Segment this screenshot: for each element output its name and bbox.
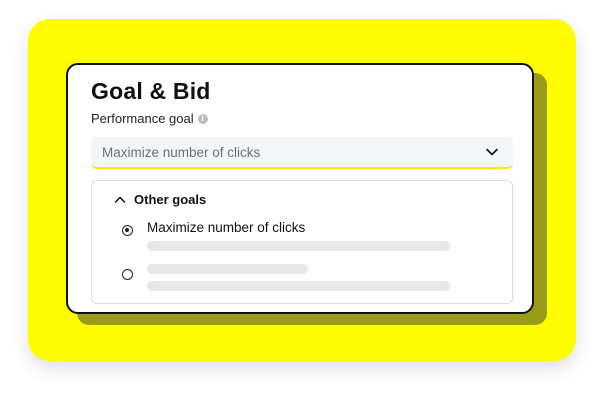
placeholder-line xyxy=(147,241,450,251)
dropdown-selected-value: Maximize number of clicks xyxy=(102,144,261,160)
radio-button-selected[interactable] xyxy=(122,225,133,236)
option-body xyxy=(147,264,450,291)
performance-goal-label-row: Performance goal i xyxy=(91,111,208,126)
placeholder-line xyxy=(147,281,450,291)
goal-option-maximize-clicks[interactable]: Maximize number of clicks xyxy=(122,220,450,251)
goal-option-placeholder[interactable] xyxy=(122,264,450,291)
radio-button-unselected[interactable] xyxy=(122,269,133,280)
placeholder-line xyxy=(147,264,308,274)
chevron-up-icon xyxy=(114,196,126,203)
info-icon[interactable]: i xyxy=(197,113,208,124)
performance-goal-dropdown[interactable]: Maximize number of clicks xyxy=(91,137,513,169)
other-goals-label: Other goals xyxy=(134,192,207,207)
goal-options-panel: Other goals Maximize number of clicks xyxy=(91,180,513,304)
option-label: Maximize number of clicks xyxy=(147,220,306,235)
goal-bid-card: Goal & Bid Performance goal i Maximize n… xyxy=(66,63,534,314)
performance-goal-label: Performance goal xyxy=(91,111,194,126)
chevron-down-icon xyxy=(486,148,498,156)
other-goals-toggle[interactable]: Other goals xyxy=(114,192,206,207)
option-body: Maximize number of clicks xyxy=(147,220,450,251)
card-title: Goal & Bid xyxy=(91,78,211,104)
